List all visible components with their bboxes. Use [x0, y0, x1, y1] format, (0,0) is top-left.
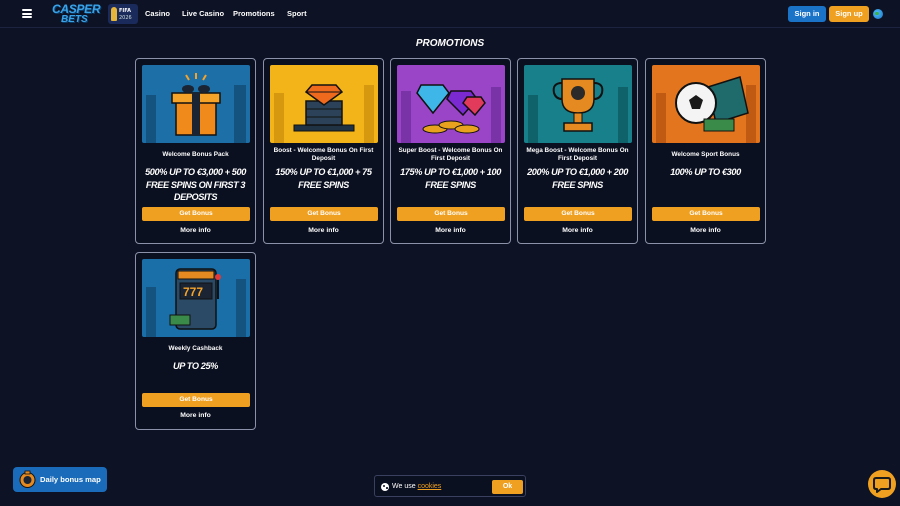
menu-icon[interactable] [22, 9, 32, 18]
logo-line2: BETS [61, 14, 88, 25]
nav-promotions[interactable]: Promotions [233, 9, 275, 18]
nav-sport[interactable]: Sport [287, 9, 307, 18]
promo-title: Weekly Cashback [168, 345, 223, 352]
promo-offer: 100% UP TO €300 [670, 167, 741, 177]
treasure-bag-icon [19, 470, 36, 488]
sign-up-button[interactable]: Sign up [829, 6, 869, 22]
svg-text:777: 777 [183, 285, 203, 299]
football-ticket-icon [652, 65, 760, 143]
promo-offer: 175% UP TO €1,000 + 100 FREE SPINS [400, 167, 501, 190]
promo-offer: 200% UP TO €1,000 + 200 FREE SPINS [527, 167, 628, 190]
casper-bets-logo[interactable]: CASPER BETS [52, 2, 101, 26]
get-bonus-button[interactable]: Get Bonus [652, 207, 760, 221]
daily-bonus-label: Daily bonus map [40, 475, 101, 484]
sign-in-button[interactable]: Sign in [788, 6, 826, 22]
promo-title: Welcome Bonus Pack [162, 151, 229, 158]
page-title: PROMOTIONS [415, 38, 485, 49]
daily-bonus-map-button[interactable]: Daily bonus map [13, 467, 107, 492]
more-info-link[interactable]: More info [646, 227, 765, 234]
promo-card: Mega Boost - Welcome Bonus On First Depo… [517, 58, 638, 244]
get-bonus-button[interactable]: Get Bonus [397, 207, 505, 221]
promo-card: Boost - Welcome Bonus On First Deposit 1… [263, 58, 384, 244]
language-globe-icon[interactable] [873, 9, 883, 19]
promo-card: 777 Weekly Cashback UP TO 25% Get Bonus … [135, 252, 256, 430]
promo-offer: UP TO 25% [173, 361, 218, 371]
promo-offer: 500% UP TO €3,000 + 500 FREE SPINS ON FI… [145, 167, 246, 203]
nav-live-casino[interactable]: Live Casino [182, 9, 224, 18]
get-bonus-button[interactable]: Get Bonus [524, 207, 632, 221]
chat-bubble-icon [873, 477, 891, 493]
nav-casino[interactable]: Casino [145, 9, 170, 18]
more-info-link[interactable]: More info [264, 227, 383, 234]
promo-title: Boost - Welcome Bonus On First Deposit [273, 147, 374, 162]
gems-and-coins-icon [397, 65, 505, 143]
diamond-on-chips-icon [270, 65, 378, 143]
gift-box-icon [142, 65, 250, 143]
more-info-link[interactable]: More info [136, 412, 255, 419]
fifa-label: FIFA [119, 8, 131, 14]
get-bonus-button[interactable]: Get Bonus [142, 393, 250, 407]
fifa-year: 2026 [119, 15, 132, 21]
promo-title: Welcome Sport Bonus [671, 151, 740, 158]
promo-card: Welcome Bonus Pack 500% UP TO €3,000 + 5… [135, 58, 256, 244]
cookie-icon [381, 483, 389, 491]
cookie-text: We use cookies [392, 483, 441, 490]
promo-title: Super Boost - Welcome Bonus On First Dep… [398, 147, 503, 162]
top-header: CASPER BETS FIFA 2026 Casino Live Casino… [0, 0, 900, 28]
more-info-link[interactable]: More info [136, 227, 255, 234]
cookie-text-label: We use [392, 483, 416, 490]
trophy-icon [111, 7, 117, 21]
cookies-link[interactable]: cookies [418, 483, 442, 490]
promo-title: Mega Boost - Welcome Bonus On First Depo… [526, 147, 629, 162]
slot-machine-icon: 777 [142, 259, 250, 337]
live-chat-button[interactable] [868, 470, 896, 498]
cookie-ok-button[interactable]: Ok [492, 480, 523, 494]
get-bonus-button[interactable]: Get Bonus [270, 207, 378, 221]
get-bonus-button[interactable]: Get Bonus [142, 207, 250, 221]
cookie-banner: We use cookies Ok [374, 475, 526, 497]
fifa-2026-badge[interactable]: FIFA 2026 [108, 4, 138, 24]
more-info-link[interactable]: More info [518, 227, 637, 234]
promo-offer: 150% UP TO €1,000 + 75 FREE SPINS [275, 167, 372, 190]
promo-card: Welcome Sport Bonus 100% UP TO €300 Get … [645, 58, 766, 244]
trophy-icon [524, 65, 632, 143]
promo-card: Super Boost - Welcome Bonus On First Dep… [390, 58, 511, 244]
more-info-link[interactable]: More info [391, 227, 510, 234]
